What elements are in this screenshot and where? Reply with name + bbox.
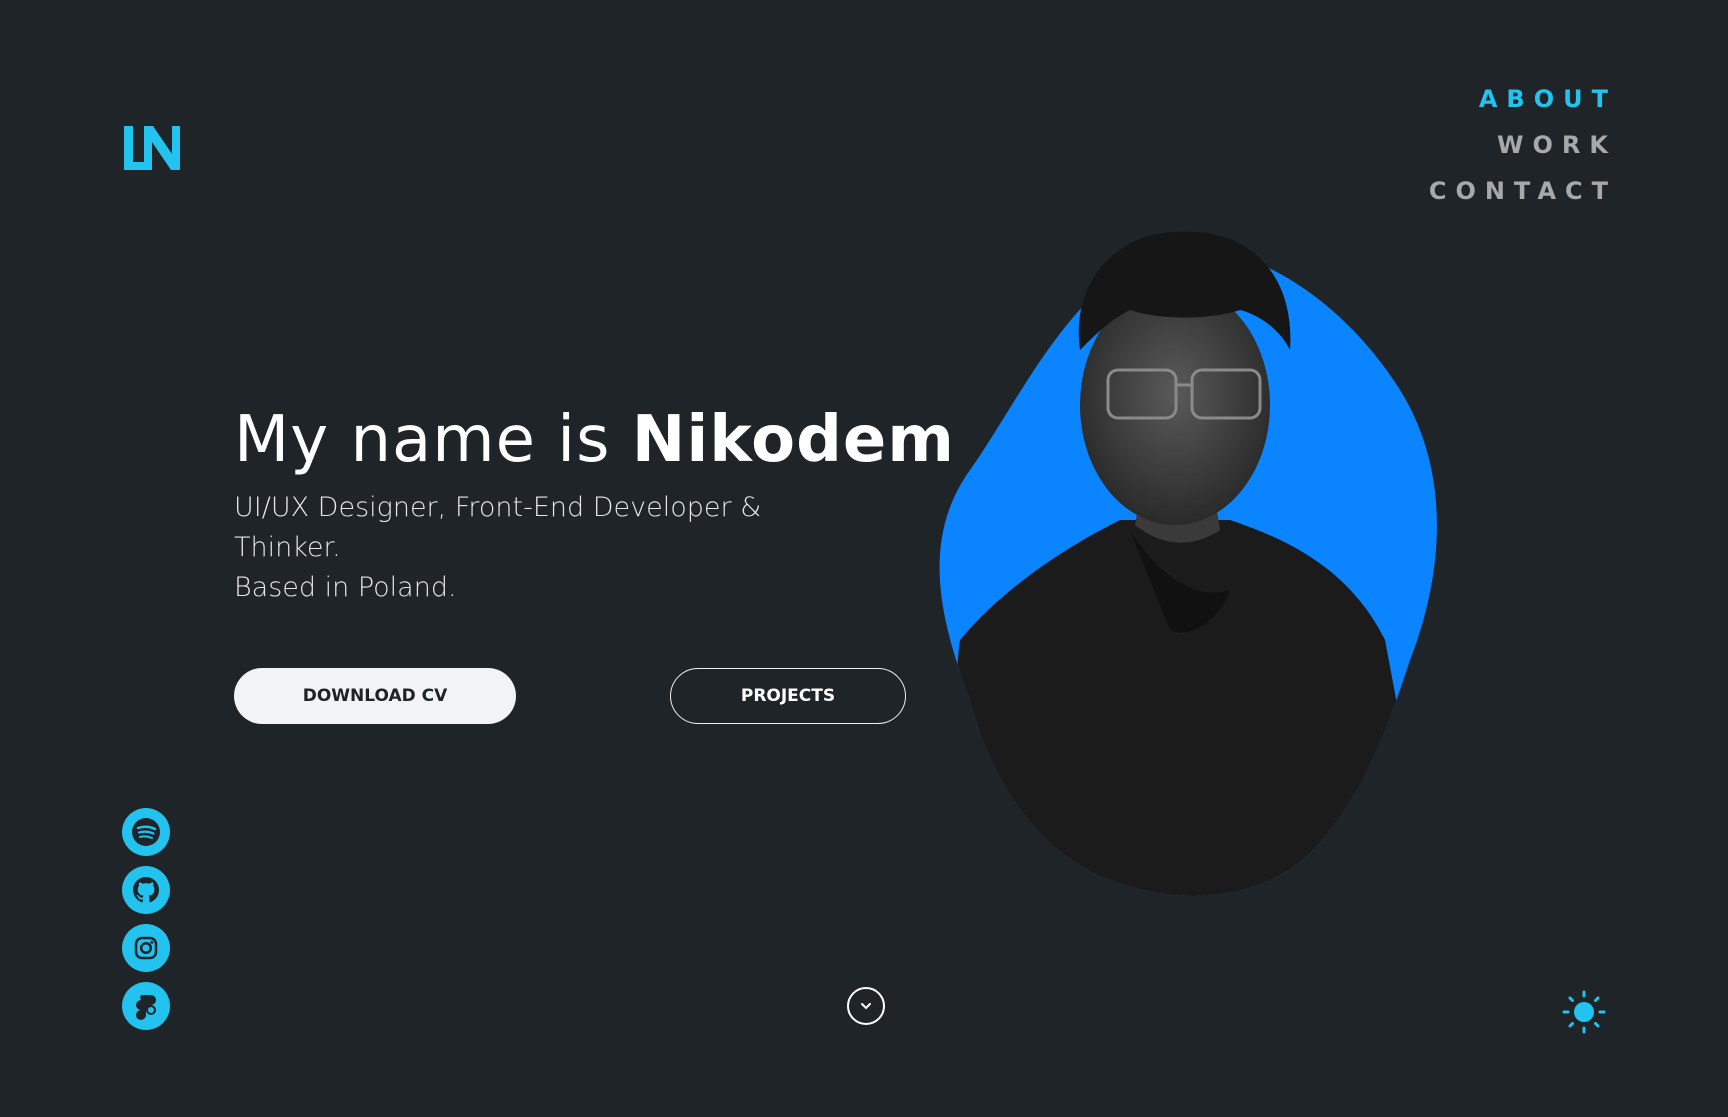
headline-prefix: My name is: [234, 403, 632, 477]
projects-button[interactable]: PROJECTS: [670, 668, 906, 724]
nav-work[interactable]: WORK: [1497, 132, 1617, 158]
download-cv-button[interactable]: DOWNLOAD CV: [234, 668, 516, 724]
hero-section: My name is Nikodem UI/UX Designer, Front…: [234, 400, 955, 608]
subtitle-line-2: Based in Poland.: [234, 572, 457, 603]
scroll-down-button[interactable]: [847, 987, 885, 1025]
instagram-icon[interactable]: [122, 924, 170, 972]
portrait-image: [939, 231, 1437, 896]
headline-name: Nikodem: [631, 403, 955, 477]
logo-icon[interactable]: [122, 124, 182, 172]
main-nav: ABOUT WORK CONTACT: [1429, 86, 1608, 204]
subtitle-line-1: UI/UX Designer, Front-End Developer & Th…: [234, 492, 762, 563]
spotify-icon[interactable]: [122, 808, 170, 856]
nav-about[interactable]: ABOUT: [1479, 86, 1617, 112]
github-icon[interactable]: [122, 866, 170, 914]
nav-contact[interactable]: CONTACT: [1429, 178, 1617, 204]
chevron-down-icon: [861, 1003, 871, 1010]
hero-headline: My name is Nikodem: [234, 400, 955, 480]
sun-icon[interactable]: [1562, 990, 1606, 1034]
figma-icon[interactable]: [122, 982, 170, 1030]
social-links: [122, 808, 170, 1030]
hero-subtitle: UI/UX Designer, Front-End Developer & Th…: [234, 488, 874, 608]
